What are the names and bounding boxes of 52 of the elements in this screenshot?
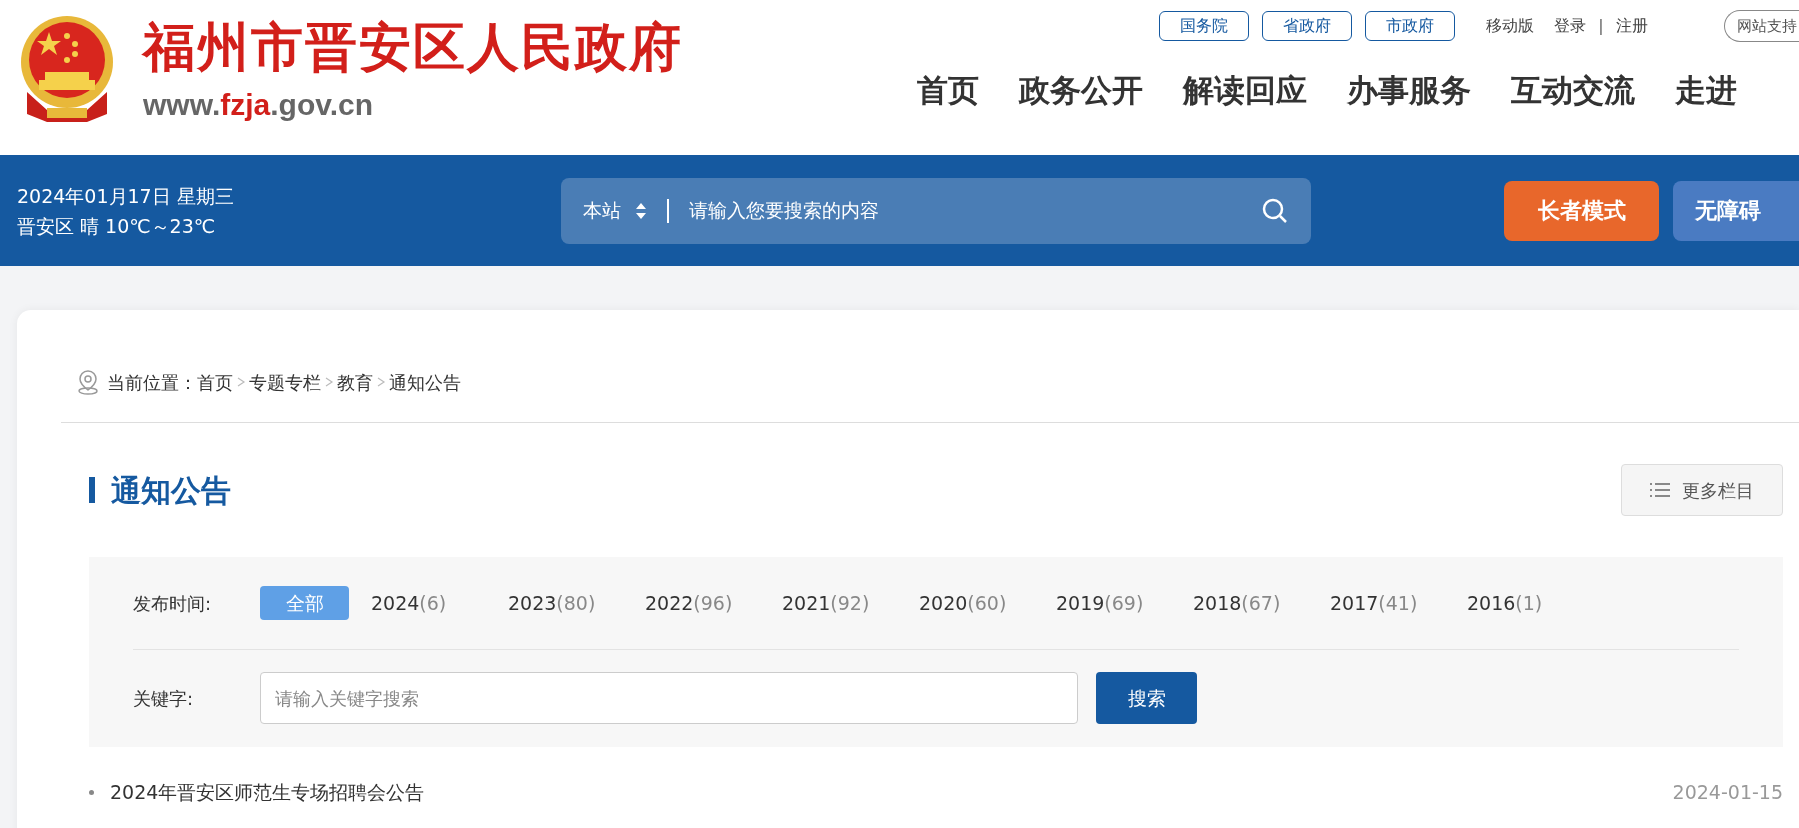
site-title: 福州市晋安区人民政府 (143, 15, 683, 79)
keyword-label: 关键字: (133, 686, 195, 711)
site-search-input[interactable]: 请输入您要搜索的内容 (689, 196, 1261, 225)
header-link[interactable]: 登录 (1554, 14, 1586, 38)
keyword-input[interactable]: 请输入关键字搜索 (260, 672, 1078, 724)
breadcrumb-link[interactable]: 首页 (197, 368, 233, 396)
nav-item[interactable]: 解读回应 (1183, 66, 1307, 114)
mode-button[interactable]: 无障碍 (1673, 180, 1799, 241)
government-link[interactable]: 市政府 (1365, 11, 1455, 41)
location-pin-icon (77, 369, 99, 395)
link-separator: | (1598, 15, 1604, 37)
header-link[interactable]: 移动版 (1486, 14, 1534, 38)
search-scope-select[interactable]: 本站 (583, 196, 647, 225)
date-text: 2024年01月17日 星期三 (17, 183, 235, 209)
breadcrumb-label: 当前位置： (107, 370, 197, 395)
weather-text: 晋安区 晴 10℃～23℃ (17, 213, 217, 239)
government-link[interactable]: 国务院 (1159, 11, 1249, 41)
chevron-icon (376, 376, 386, 388)
header-link[interactable]: 注册 (1615, 14, 1648, 38)
section-title: 通知公告 (111, 471, 231, 510)
year-filter[interactable]: 2016(1) (1467, 586, 1582, 620)
article-link[interactable]: 2024年晋安区师范生专场招聘会公告 (110, 777, 425, 807)
article-date: 2024-01-15 (1672, 779, 1783, 805)
year-filter[interactable]: 2024(6) (371, 586, 486, 620)
list-icon (1650, 482, 1670, 498)
year-filter[interactable]: 2021(92) (782, 586, 897, 620)
nav-item[interactable]: 政务公开 (1019, 66, 1143, 114)
year-filter[interactable]: 2019(69) (1056, 586, 1171, 620)
filter-label: 发布时间: (133, 591, 213, 616)
title-accent-bar (89, 477, 95, 503)
search-icon[interactable] (1261, 196, 1289, 225)
breadcrumb-link[interactable]: 通知公告 (389, 368, 461, 396)
year-filter[interactable]: 2022(96) (645, 586, 760, 620)
government-link[interactable]: 省政府 (1262, 11, 1352, 41)
site-search-field[interactable]: 本站 请输入您要搜索的内容 (561, 177, 1311, 244)
nav-item[interactable]: 互动交流 (1511, 66, 1635, 114)
year-filter[interactable]: 2018(67) (1193, 586, 1308, 620)
chevron-icon (324, 376, 334, 388)
site-url: www.fzja.gov.cn (143, 87, 375, 123)
year-filter[interactable]: 2020(60) (919, 586, 1034, 620)
bullet-icon (89, 789, 94, 795)
breadcrumb-link[interactable]: 专题专栏 (249, 368, 321, 396)
nav-item[interactable]: 办事服务 (1347, 66, 1471, 114)
year-filter[interactable]: 2017(41) (1330, 586, 1445, 620)
more-columns-button[interactable]: 更多栏目 (1621, 464, 1783, 516)
breadcrumb-link[interactable]: 教育 (337, 368, 373, 396)
nav-item[interactable]: 走进 (1675, 66, 1737, 114)
nav-item[interactable]: 首页 (917, 66, 979, 114)
year-filter[interactable]: 2023(80) (508, 586, 623, 620)
sort-arrows-icon (635, 201, 647, 220)
search-button[interactable]: 搜索 (1096, 672, 1197, 724)
chevron-icon (236, 376, 246, 388)
